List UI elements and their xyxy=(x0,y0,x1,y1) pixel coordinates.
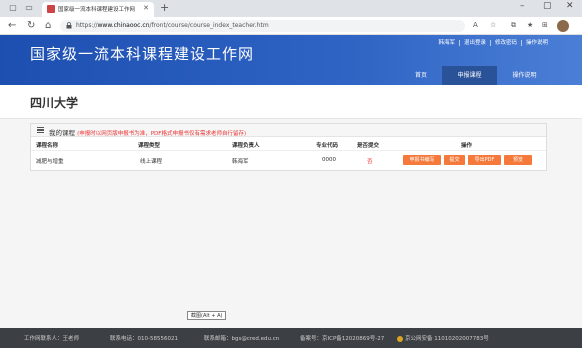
screenshot-tooltip: 截图(Alt + A) xyxy=(187,311,227,320)
cell-course-type: 线上课程 xyxy=(140,159,163,165)
police-badge-icon xyxy=(397,335,403,342)
read-aloud-icon[interactable]: A xyxy=(473,21,478,29)
footer-phone: 联系电话：010-58556021 xyxy=(110,336,178,342)
panel-title: 我的课程 (申报时以网页版申报书为准，PDF格式申报书仅有需求老师自行留存) xyxy=(49,129,247,137)
cell-course-leader: 韩海军 xyxy=(232,159,249,165)
col-actions: 操作 xyxy=(461,143,473,149)
refresh-icon[interactable]: ↻ xyxy=(27,20,35,32)
nav-home[interactable]: 首页 xyxy=(400,66,442,85)
panel-header: 我的课程 (申报时以网页版申报书为准，PDF格式申报书仅有需求老师自行留存) xyxy=(31,124,546,137)
nav-instructions[interactable]: 操作说明 xyxy=(497,66,552,85)
address-bar-row: ← ↻ ⌂ https://www.chinaooc.cn/front/cour… xyxy=(0,17,582,35)
col-course-leader: 课程负责人 xyxy=(232,143,260,149)
site-footer: 工作网联系人：王老师 联系电话：010-58556021 联系邮箱：bgs@cr… xyxy=(0,328,582,348)
logout-link[interactable]: 退出登录 xyxy=(458,40,490,46)
lock-icon xyxy=(66,22,72,29)
profile-avatar[interactable] xyxy=(557,20,569,32)
help-link[interactable]: 操作说明 xyxy=(520,40,552,46)
nav-apply-course[interactable]: 申报课程 xyxy=(442,66,497,85)
home-icon[interactable]: ⌂ xyxy=(45,20,51,32)
footer-icp[interactable]: 备案号：京ICP备12020869号-27 xyxy=(300,334,384,342)
my-courses-panel: 我的课程 (申报时以网页版申报书为准，PDF格式申报书仅有需求老师自行留存) 课… xyxy=(30,123,547,171)
university-band: 四川大学 xyxy=(0,85,582,119)
maximize-icon[interactable]: ▢ xyxy=(543,1,552,11)
site-header: 国家级一流本科课程建设工作网 韩海军 退出登录 修改密码 操作说明 首页 申报课程 操… xyxy=(0,35,582,85)
site-title: 国家级一流本科课程建设工作网 xyxy=(30,45,255,63)
user-name-link[interactable]: 韩海军 xyxy=(434,40,459,46)
browser-tab[interactable]: 国家级一流本科课程建设工作网 ✕ xyxy=(42,2,154,17)
url-field[interactable]: https://www.chinaooc.cn/front/course/cou… xyxy=(60,20,465,32)
col-course-type: 课程类型 xyxy=(138,143,161,149)
collections-icon[interactable]: ⊞ xyxy=(542,21,548,29)
footer-police[interactable]: 京公网安备 11010202007783号 xyxy=(397,334,489,342)
change-password-link[interactable]: 修改密码 xyxy=(489,40,521,46)
row-divider xyxy=(31,150,546,151)
write-application-button[interactable]: 申报书编写 xyxy=(403,155,441,165)
tab-title: 国家级一流本科课程建设工作网 xyxy=(58,7,136,13)
cell-major-code: 0000 xyxy=(322,157,336,163)
cell-submitted: 否 xyxy=(367,159,373,165)
col-submitted: 是否提交 xyxy=(357,143,380,149)
top-links: 韩海军 退出登录 修改密码 操作说明 xyxy=(434,38,552,46)
preview-button[interactable]: 预览 xyxy=(504,155,532,165)
footer-contact: 工作网联系人：王老师 xyxy=(24,336,80,342)
back-icon[interactable]: ← xyxy=(8,20,16,32)
col-major-code: 专业代码 xyxy=(316,143,339,149)
split-screen-icon[interactable]: ⧉ xyxy=(511,21,516,30)
minimize-icon[interactable]: – xyxy=(520,1,525,11)
close-tab-icon[interactable]: ✕ xyxy=(143,4,149,12)
footer-email: 联系邮箱：bgs@cred.edu.cn xyxy=(204,336,280,342)
favorite-icon[interactable]: ☆ xyxy=(490,21,496,29)
window-menu-icon[interactable]: ▢ xyxy=(8,3,18,13)
tab-actions-icon[interactable]: ▭ xyxy=(24,3,34,13)
browser-tab-bar: ▢ ▭ 国家级一流本科课程建设工作网 ✕ + – ▢ ✕ xyxy=(0,0,582,17)
favicon-icon xyxy=(47,5,55,13)
favorites-list-icon[interactable]: ★ xyxy=(527,21,533,29)
close-window-icon[interactable]: ✕ xyxy=(566,1,574,11)
new-tab-icon[interactable]: + xyxy=(160,1,169,14)
panel-note: (申报时以网页版申报书为准，PDF格式申报书仅有需求老师自行留存) xyxy=(77,131,247,137)
university-name: 四川大学 xyxy=(30,96,79,110)
export-pdf-button[interactable]: 导出PDF xyxy=(468,155,501,165)
url-text: https://www.chinaooc.cn/front/course/cou… xyxy=(76,22,269,29)
main-nav: 首页 申报课程 操作说明 xyxy=(400,66,552,85)
bottom-strip xyxy=(0,348,582,353)
cell-course-name: 减肥与增重 xyxy=(36,159,64,165)
submit-button[interactable]: 提交 xyxy=(444,155,465,165)
col-course-name: 课程名称 xyxy=(36,143,59,149)
list-icon xyxy=(37,127,44,133)
main-content: 四川大学 我的课程 (申报时以网页版申报书为准，PDF格式申报书仅有需求老师自行… xyxy=(0,85,582,328)
